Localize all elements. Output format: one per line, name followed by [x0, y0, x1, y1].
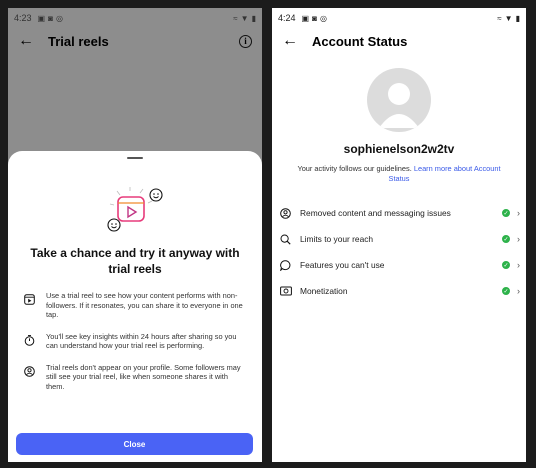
chevron-right-icon: ›: [517, 286, 520, 296]
profile-icon: [24, 364, 38, 392]
check-icon: ✓: [502, 235, 510, 243]
chevron-right-icon: ›: [517, 260, 520, 270]
chevron-right-icon: ›: [517, 208, 520, 218]
wifi-icon: ▼: [240, 13, 249, 23]
guideline-text: Your activity follows our guidelines.: [297, 164, 412, 173]
status-row-label: Monetization: [300, 286, 348, 296]
feature-item: Use a trial reel to see how your content…: [8, 291, 262, 320]
wifi-icon: ▼: [504, 13, 513, 23]
status-row-monetization[interactable]: Monetization ✓ ›: [272, 278, 526, 304]
bottom-sheet: Take a chance and try it anyway with tri…: [8, 151, 262, 462]
page-title: Account Status: [312, 33, 408, 49]
check-icon: ✓: [502, 287, 510, 295]
account-status-screen: 4:24 ▣ ◙ ◎ ≈ ▼ ▮ ← Account Status sophie…: [272, 8, 526, 462]
battery-icon: ▮: [251, 13, 256, 23]
status-time: 4:23: [14, 13, 32, 23]
status-row-label: Removed content and messaging issues: [300, 208, 451, 218]
notification-icon: ◙: [312, 13, 317, 23]
trial-reels-screen: 4:23 ▣ ◙ ◎ ≈ ▼ ▮ ← Trial reels i Take a …: [8, 8, 262, 462]
status-row-label: Features you can't use: [300, 260, 385, 270]
avatar: [367, 68, 431, 132]
feature-text: You'll see key insights within 24 hours …: [46, 331, 237, 351]
guideline-message: Your activity follows our guidelines. Le…: [290, 164, 508, 184]
removed-content-icon: [280, 207, 294, 219]
vibrate-icon: ≈: [233, 13, 238, 23]
status-list: Removed content and messaging issues ✓ ›…: [272, 200, 526, 304]
sheet-drag-handle[interactable]: [127, 157, 143, 159]
check-icon: ✓: [502, 261, 510, 269]
back-arrow-icon[interactable]: ←: [282, 33, 304, 49]
status-bar: 4:24 ▣ ◙ ◎ ≈ ▼ ▮: [272, 8, 526, 28]
feature-item: You'll see key insights within 24 hours …: [8, 332, 262, 351]
back-arrow-icon[interactable]: ←: [18, 33, 40, 49]
page-title: Trial reels: [48, 33, 109, 49]
status-row-label: Limits to your reach: [300, 234, 374, 244]
feature-text: Trial reels don't appear on your profile…: [46, 362, 241, 391]
username: sophienelson2w2tv: [343, 142, 455, 156]
search-icon: [280, 234, 294, 245]
default-avatar-icon: [379, 83, 419, 128]
reel-icon: [24, 292, 38, 320]
notification-icon: ◎: [319, 13, 327, 23]
feature-item: Trial reels don't appear on your profile…: [8, 363, 262, 392]
notification-icon: ◎: [55, 13, 63, 23]
chevron-right-icon: ›: [517, 234, 520, 244]
speech-bubble-icon: [280, 259, 294, 271]
status-row-removed-content[interactable]: Removed content and messaging issues ✓ ›: [272, 200, 526, 226]
status-row-features[interactable]: Features you can't use ✓ ›: [272, 252, 526, 278]
timer-icon: [24, 333, 38, 351]
app-bar: ← Trial reels i: [8, 28, 262, 54]
notification-icon: ▣: [37, 13, 46, 23]
app-bar: ← Account Status: [272, 28, 526, 54]
status-bar: 4:23 ▣ ◙ ◎ ≈ ▼ ▮: [8, 8, 262, 28]
trial-reels-illustration: [100, 181, 170, 241]
vibrate-icon: ≈: [497, 13, 502, 23]
status-row-reach-limits[interactable]: Limits to your reach ✓ ›: [272, 226, 526, 252]
reels-illustration-icon: [107, 187, 163, 232]
feature-text: Use a trial reel to see how your content…: [46, 291, 243, 319]
sheet-heading: Take a chance and try it anyway with tri…: [30, 246, 240, 276]
close-button[interactable]: Close: [16, 433, 253, 455]
battery-icon: ▮: [515, 13, 520, 23]
notification-icon: ◙: [48, 13, 53, 23]
monetization-icon: [280, 286, 294, 296]
status-time: 4:24: [278, 13, 296, 23]
check-icon: ✓: [502, 209, 510, 217]
info-icon[interactable]: i: [239, 34, 252, 48]
notification-icon: ▣: [301, 13, 310, 23]
